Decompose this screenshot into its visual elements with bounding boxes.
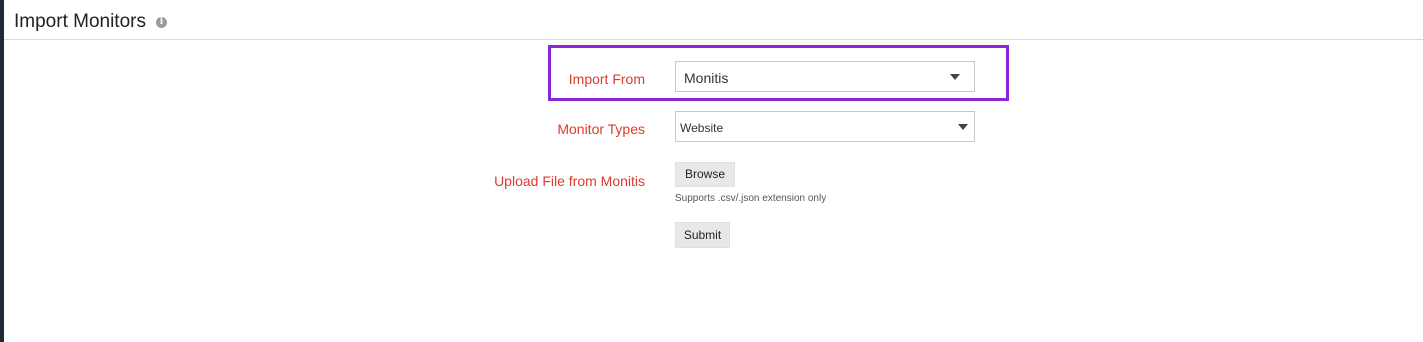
import-from-value: Monitis (684, 70, 729, 86)
import-from-label: Import From (568, 71, 645, 87)
info-icon[interactable]: i (156, 17, 167, 28)
page-header: Import Monitors i (4, 0, 1423, 40)
page-title: Import Monitors (14, 11, 146, 32)
upload-file-label: Upload File from Monitis (494, 173, 645, 189)
browse-button[interactable]: Browse (675, 162, 735, 187)
import-from-select[interactable]: Monitis (675, 61, 975, 92)
monitor-types-value: Website (680, 121, 724, 135)
left-rail (0, 0, 4, 342)
monitor-types-select[interactable]: Website (675, 111, 975, 142)
chevron-down-icon (958, 124, 968, 130)
upload-hint: Supports .csv/.json extension only (675, 193, 827, 204)
submit-button[interactable]: Submit (675, 222, 730, 248)
monitor-types-label: Monitor Types (557, 121, 645, 137)
chevron-down-icon (950, 74, 960, 80)
